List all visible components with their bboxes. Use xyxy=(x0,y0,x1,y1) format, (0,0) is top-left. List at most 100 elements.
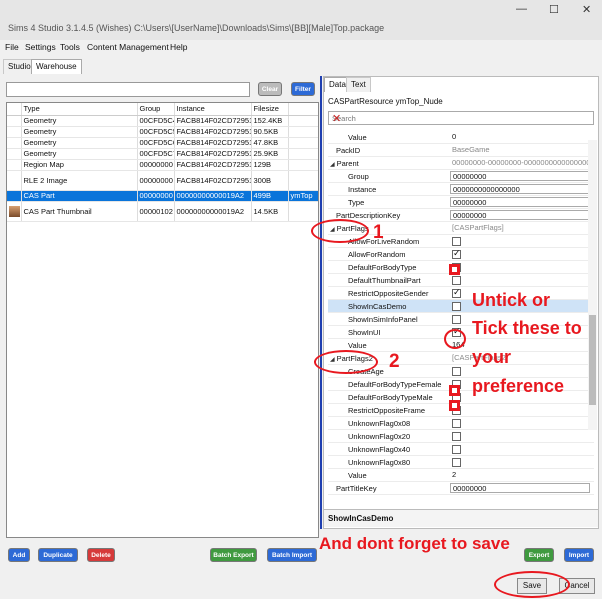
prop-row-instance[interactable]: Instance 0000000000000000 xyxy=(328,183,594,196)
column-header-group[interactable]: Group xyxy=(137,103,175,116)
prop-row-unknown-08[interactable]: UnknownFlag0x08 xyxy=(328,417,594,430)
prop-row-unknown-80[interactable]: UnknownFlag0x80 xyxy=(328,456,594,469)
prop-row-parent[interactable]: ◢ Parent 00000000-00000000-00000000000000… xyxy=(328,157,594,170)
batch-import-button[interactable]: Batch Import xyxy=(267,548,317,562)
row-header-corner xyxy=(7,103,22,116)
prop-row-restrict-opposite-frame[interactable]: RestrictOppositeFrame xyxy=(328,404,594,417)
batch-export-button[interactable]: Batch Export xyxy=(210,548,257,562)
cell-instance: FACB814F02CD72951 xyxy=(174,115,252,127)
prop-row-allow-random[interactable]: AllowForRandom xyxy=(328,248,594,261)
table-row[interactable]: CAS Part Thumbnail 00000102 000000000000… xyxy=(7,201,318,222)
checkbox[interactable] xyxy=(452,287,461,298)
cell-type: RLE 2 Image xyxy=(21,170,138,191)
property-panel: Data Text CASPartResource ymTop_Nude Sea… xyxy=(323,76,599,529)
cell-extra xyxy=(288,148,318,160)
menu-help[interactable]: Help xyxy=(170,42,187,52)
cell-filesize: 14.5KB xyxy=(251,201,289,222)
prop-row-show-cas-demo[interactable]: ShowInCasDemo xyxy=(328,300,594,313)
prop-row-part-title-key[interactable]: PartTitleKey 00000000 xyxy=(328,482,594,495)
cell-filesize: 499B xyxy=(251,190,289,202)
property-scrollbar[interactable] xyxy=(588,140,597,430)
prop-row-flags2-value[interactable]: Value 2 xyxy=(328,469,594,482)
checkbox[interactable] xyxy=(452,248,461,259)
cell-group: 00CFD5C4 xyxy=(137,115,175,127)
prop-row-packid[interactable]: PackID BaseGame xyxy=(328,144,594,157)
table-row[interactable]: Region Map 00000000 FACB814F02CD72951 12… xyxy=(7,159,318,171)
annotation-number-1: 1 xyxy=(373,222,384,243)
checkbox[interactable] xyxy=(452,315,461,324)
scrollbar-thumb[interactable] xyxy=(589,315,596,405)
annotation-untick-line-2: Tick these to xyxy=(472,318,582,338)
prop-row-unknown-20[interactable]: UnknownFlag0x20 xyxy=(328,430,594,443)
table-row[interactable]: Geometry 00CFD5C7 FACB814F02CD72951 25.9… xyxy=(7,148,318,160)
cell-group: 00000102 xyxy=(137,201,175,222)
prop-row-part-description-key[interactable]: PartDescriptionKey 00000000 xyxy=(328,209,594,222)
prop-row-type[interactable]: Type 00000000 xyxy=(328,196,594,209)
panel-divider[interactable] xyxy=(320,76,322,529)
property-search-input[interactable]: Search ✕ xyxy=(328,111,594,125)
table-row[interactable]: Geometry 00CFD5C5 FACB814F02CD72951 90.5… xyxy=(7,126,318,138)
cell-instance: FACB814F02CD72951 xyxy=(174,148,252,160)
duplicate-button[interactable]: Duplicate xyxy=(38,548,78,562)
clear-button[interactable]: Clear xyxy=(258,82,282,96)
cell-group: 00000000 xyxy=(137,159,175,171)
cell-group: 00CFD5C7 xyxy=(137,148,175,160)
annotation-box-create-age xyxy=(449,385,460,396)
table-row[interactable]: Geometry 00CFD5C6 FACB814F02CD72951 47.8… xyxy=(7,137,318,149)
annotation-number-2: 2 xyxy=(389,351,400,372)
cell-filesize: 152.4KB xyxy=(251,115,289,127)
filter-button[interactable]: Filter xyxy=(291,82,315,96)
table-row[interactable]: Geometry 00CFD5C4 FACB814F02CD72951 152.… xyxy=(7,115,318,127)
delete-button[interactable]: Delete xyxy=(87,548,115,562)
menu-content-management[interactable]: Content Management xyxy=(87,42,169,52)
checkbox[interactable] xyxy=(452,276,461,285)
tab-text[interactable]: Text xyxy=(346,77,371,92)
resource-search-input[interactable] xyxy=(6,82,250,97)
checkbox[interactable] xyxy=(452,458,461,467)
prop-row-default-body-type[interactable]: DefaultForBodyType xyxy=(328,261,594,274)
clear-search-icon[interactable]: ✕ xyxy=(332,112,590,125)
menu-file[interactable]: File xyxy=(5,42,19,52)
column-header-filesize[interactable]: Filesize xyxy=(251,103,289,116)
cell-group: 00000000 xyxy=(137,190,175,202)
maximize-icon[interactable]: ☐ xyxy=(549,3,559,16)
prop-row-restrict-opposite-gender[interactable]: RestrictOppositeGender xyxy=(328,287,594,300)
cell-instance: FACB814F02CD72951 xyxy=(174,159,252,171)
prop-row-group[interactable]: Group 00000000 xyxy=(328,170,594,183)
prop-row-allow-live-random[interactable]: AllowForLiveRandom xyxy=(328,235,594,248)
menu-tools[interactable]: Tools xyxy=(60,42,80,52)
prop-row-default-thumbnail[interactable]: DefaultThumbnailPart xyxy=(328,274,594,287)
checkbox[interactable] xyxy=(452,419,461,428)
annotation-untick-line-3: your xyxy=(472,347,512,367)
table-row-selected[interactable]: CAS Part 00000000 00000000000019A2 499B … xyxy=(7,190,318,202)
resource-table: Type Group Instance Filesize Geometry 00… xyxy=(6,102,319,538)
checkbox[interactable] xyxy=(452,432,461,441)
cell-instance: 00000000000019A2 xyxy=(174,201,252,222)
checkbox[interactable] xyxy=(452,237,461,246)
export-button[interactable]: Export xyxy=(524,548,554,562)
cell-extra xyxy=(288,201,318,222)
cell-extra xyxy=(288,137,318,149)
prop-row-unknown-40[interactable]: UnknownFlag0x40 xyxy=(328,443,594,456)
annotation-box-female xyxy=(449,400,460,411)
prop-row-value[interactable]: Value 0 xyxy=(328,131,594,144)
checkbox[interactable] xyxy=(452,367,461,376)
checkbox[interactable] xyxy=(452,445,461,454)
menu-settings[interactable]: Settings xyxy=(25,42,56,52)
minimize-icon[interactable]: — xyxy=(516,3,527,15)
cell-filesize: 300B xyxy=(251,170,289,191)
cell-group: 00CFD5C6 xyxy=(137,137,175,149)
column-header-type[interactable]: Type xyxy=(21,103,138,116)
annotation-circle-save xyxy=(494,571,570,598)
annotation-circle-2 xyxy=(314,350,378,374)
import-button[interactable]: Import xyxy=(564,548,594,562)
cell-extra: ymTop xyxy=(288,190,318,202)
column-header-instance[interactable]: Instance xyxy=(174,103,252,116)
table-row[interactable]: RLE 2 Image 00000000 FACB814F02CD72951 3… xyxy=(7,170,318,191)
resource-header: CASPartResource ymTop_Nude xyxy=(328,97,443,106)
checkbox[interactable] xyxy=(452,302,461,311)
window-title: Sims 4 Studio 3.1.4.5 (Wishes) C:\Users\… xyxy=(8,23,385,33)
tab-warehouse[interactable]: Warehouse xyxy=(31,59,82,74)
close-icon[interactable]: ✕ xyxy=(582,3,591,16)
add-button[interactable]: Add xyxy=(8,548,30,562)
